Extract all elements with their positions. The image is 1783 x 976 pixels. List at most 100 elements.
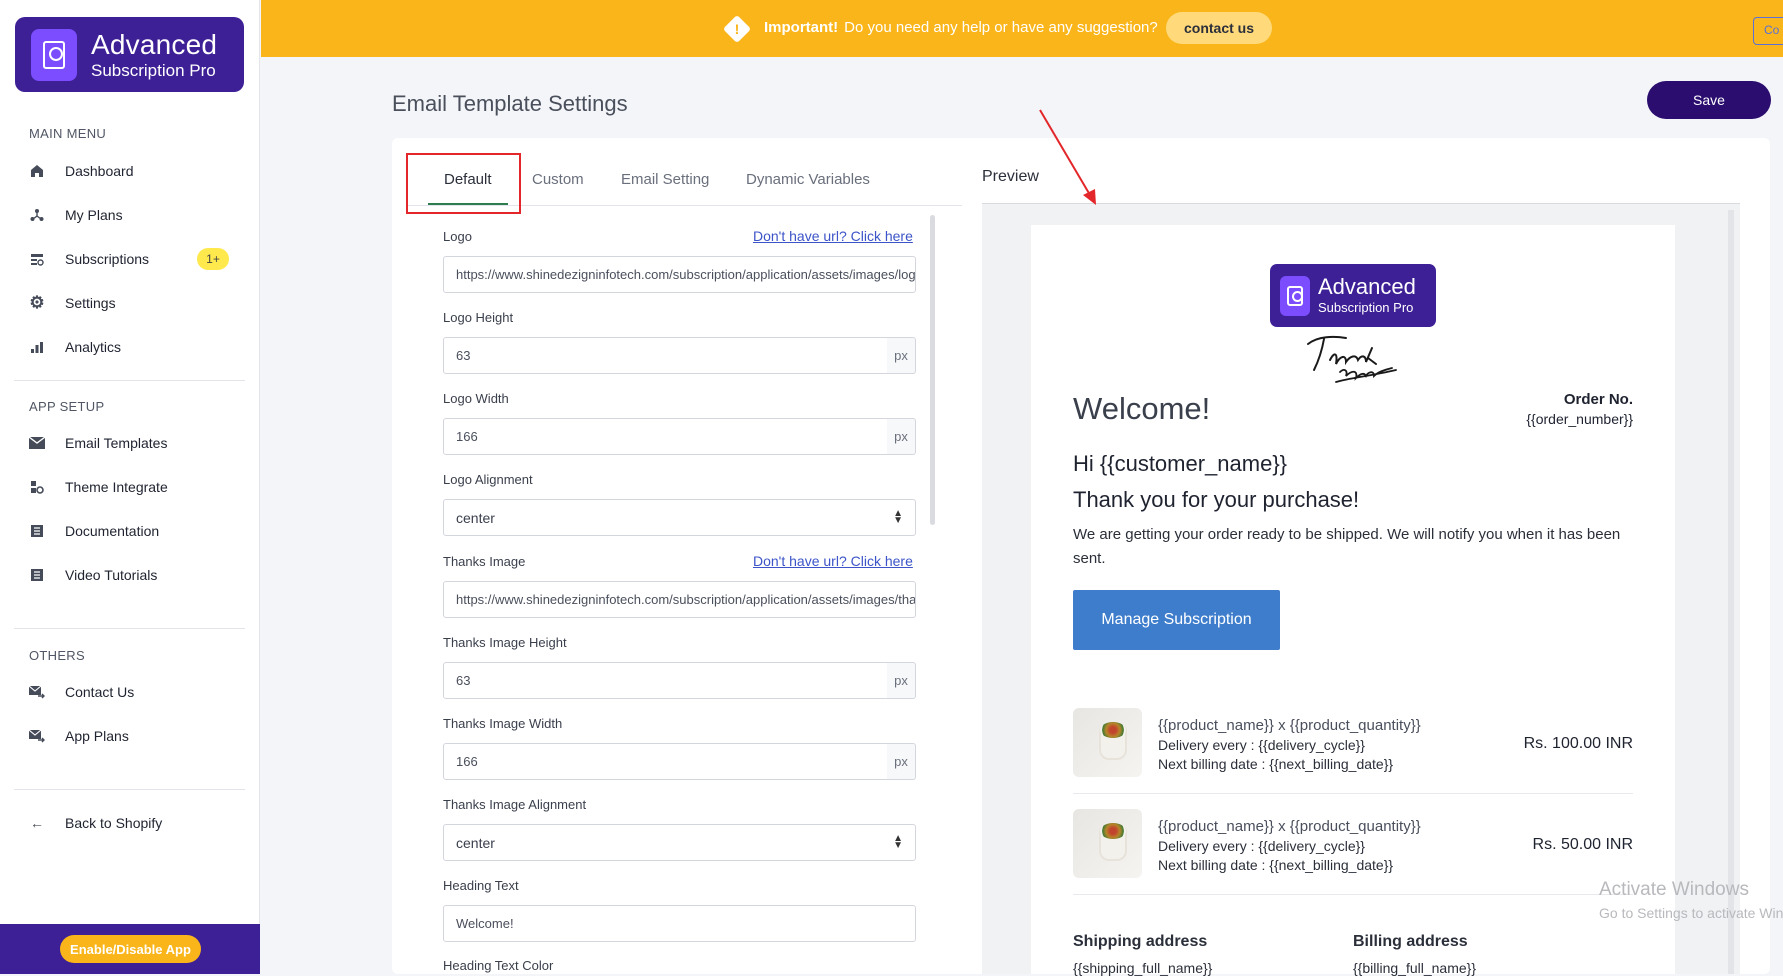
sidebar-item-contact-us[interactable]: Contact Us <box>29 680 134 704</box>
px-unit: px <box>887 337 916 374</box>
sidebar-item-dashboard[interactable]: Dashboard <box>29 159 134 183</box>
others-label: OTHERS <box>29 648 85 663</box>
thanks-url-help-link[interactable]: Don't have url? Click here <box>753 553 913 569</box>
sidebar-item-my-plans[interactable]: My Plans <box>29 203 123 227</box>
mail-send-icon <box>29 728 45 744</box>
sidebar-divider <box>14 628 245 629</box>
thanks-height-input[interactable]: 63 <box>443 662 889 699</box>
heading-color-label: Heading Text Color <box>443 958 554 973</box>
save-button[interactable]: Save <box>1647 81 1771 119</box>
product-divider <box>1073 793 1633 794</box>
help-text: Do you need any help or have any suggest… <box>844 19 1158 36</box>
back-to-shopify-link[interactable]: ← Back to Shopify <box>29 811 162 835</box>
gear-icon: ⚙ <box>29 293 45 312</box>
product-delivery: Delivery every : {{delivery_cycle}} <box>1158 838 1365 854</box>
important-label: Important! <box>764 19 839 36</box>
billing-address-title: Billing address <box>1353 933 1468 950</box>
preview-scrollbar[interactable] <box>1728 210 1734 974</box>
warning-icon <box>722 14 752 44</box>
activate-windows-hint: Go to Settings to activate Windows. <box>1599 905 1783 921</box>
annotation-highlight-box <box>406 153 521 214</box>
product-billing: Next billing date : {{next_billing_date}… <box>1158 756 1394 772</box>
logo-height-label: Logo Height <box>443 310 514 325</box>
brand-title: Advanced <box>91 28 218 60</box>
sidebar-divider <box>14 789 245 790</box>
tab-dynamic-variables[interactable]: Dynamic Variables <box>746 171 870 188</box>
subscriptions-icon <box>29 251 45 267</box>
enable-disable-app-button[interactable]: Enable/Disable App <box>60 935 201 963</box>
topbar-right-button[interactable]: Co <box>1753 17 1783 45</box>
product-price: Rs. 100.00 INR <box>1523 735 1633 752</box>
email-thank-you: Thank you for your purchase! <box>1073 487 1360 512</box>
tab-custom[interactable]: Custom <box>532 171 584 188</box>
envelope-icon <box>29 435 45 451</box>
contact-us-button[interactable]: contact us <box>1166 12 1272 44</box>
sidebar-item-email-templates[interactable]: Email Templates <box>29 431 167 455</box>
help-message: Important! Do you need any help or have a… <box>764 19 1158 36</box>
sidebar: Advanced Subscription Pro MAIN MENU Dash… <box>0 0 260 974</box>
order-no-label: Order No. <box>1563 391 1633 408</box>
logo-height-input[interactable]: 63 <box>443 337 889 374</box>
thanks-width-label: Thanks Image Width <box>443 716 563 731</box>
logo-alignment-select[interactable]: center ▲ ▼ <box>443 499 916 536</box>
sidebar-item-documentation[interactable]: Documentation <box>29 519 159 543</box>
app-logo[interactable]: Advanced Subscription Pro <box>15 17 244 92</box>
product-price: Rs. 50.00 INR <box>1532 836 1633 853</box>
activate-windows-watermark: Activate Windows <box>1599 879 1749 900</box>
logo-label: Logo <box>443 229 472 244</box>
select-arrows-icon: ▲ ▼ <box>893 833 903 851</box>
arrow-left-icon: ← <box>30 815 44 831</box>
logo-width-input[interactable]: 166 <box>443 418 889 455</box>
email-logo: Advanced Subscription Pro <box>1270 264 1436 327</box>
thanks-image-url-input[interactable]: https://www.shinedezigninfotech.com/subs… <box>443 581 916 618</box>
plans-icon <box>29 207 45 223</box>
product-divider <box>1073 894 1633 895</box>
tab-email-setting[interactable]: Email Setting <box>621 171 709 188</box>
email-logo-subtitle: Subscription Pro <box>1318 300 1414 315</box>
sidebar-item-settings[interactable]: ⚙ Settings <box>29 291 115 315</box>
sidebar-item-theme-integrate[interactable]: Theme Integrate <box>29 475 168 499</box>
thanks-alignment-select[interactable]: center ▲ ▼ <box>443 824 916 861</box>
app-setup-label: APP SETUP <box>29 399 105 414</box>
px-unit: px <box>887 662 916 699</box>
brand-subtitle: Subscription Pro <box>91 60 216 80</box>
shipping-address-title: Shipping address <box>1073 933 1208 950</box>
subscription-app-icon <box>31 28 77 81</box>
email-body-text: We are getting your order ready to be sh… <box>1073 526 1621 567</box>
sidebar-item-video-tutorials[interactable]: Video Tutorials <box>29 563 157 587</box>
page-title: Email Template Settings <box>392 91 628 116</box>
thank-you-script-image <box>1307 335 1397 383</box>
px-unit: px <box>887 743 916 780</box>
heading-text-input[interactable]: Welcome! <box>443 905 916 942</box>
home-icon <box>29 163 45 179</box>
sidebar-item-subscriptions[interactable]: Subscriptions <box>29 247 149 271</box>
mail-send-icon <box>29 684 45 700</box>
product-thumbnail <box>1073 708 1142 777</box>
sidebar-footer: Enable/Disable App <box>0 924 260 974</box>
manage-subscription-button[interactable]: Manage Subscription <box>1073 590 1280 650</box>
sidebar-item-app-plans[interactable]: App Plans <box>29 724 129 748</box>
email-greeting: Hi {{customer_name}} <box>1073 451 1288 476</box>
logo-url-input[interactable]: https://www.shinedezigninfotech.com/subs… <box>443 256 916 293</box>
product-name: {{product_name}} x {{product_quantity}} <box>1158 717 1421 734</box>
bar-chart-icon <box>29 339 45 355</box>
thanks-height-label: Thanks Image Height <box>443 635 567 650</box>
product-billing: Next billing date : {{next_billing_date}… <box>1158 857 1394 873</box>
logo-url-help-link[interactable]: Don't have url? Click here <box>753 228 913 244</box>
sidebar-item-analytics[interactable]: Analytics <box>29 335 121 359</box>
product-delivery: Delivery every : {{delivery_cycle}} <box>1158 737 1365 753</box>
logo-alignment-label: Logo Alignment <box>443 472 533 487</box>
thanks-width-input[interactable]: 166 <box>443 743 889 780</box>
logo-width-label: Logo Width <box>443 391 509 406</box>
form-scrollbar[interactable] <box>930 215 935 525</box>
main-menu-label: MAIN MENU <box>29 126 107 141</box>
px-unit: px <box>887 418 916 455</box>
product-thumbnail <box>1073 809 1142 878</box>
email-logo-title: Advanced <box>1318 274 1416 299</box>
video-list-icon <box>29 567 45 583</box>
select-arrows-icon: ▲ ▼ <box>893 508 903 526</box>
heading-text-label: Heading Text <box>443 878 519 893</box>
theme-icon <box>29 479 45 495</box>
email-heading: Welcome! <box>1073 391 1211 426</box>
subscription-app-icon <box>1280 275 1310 316</box>
